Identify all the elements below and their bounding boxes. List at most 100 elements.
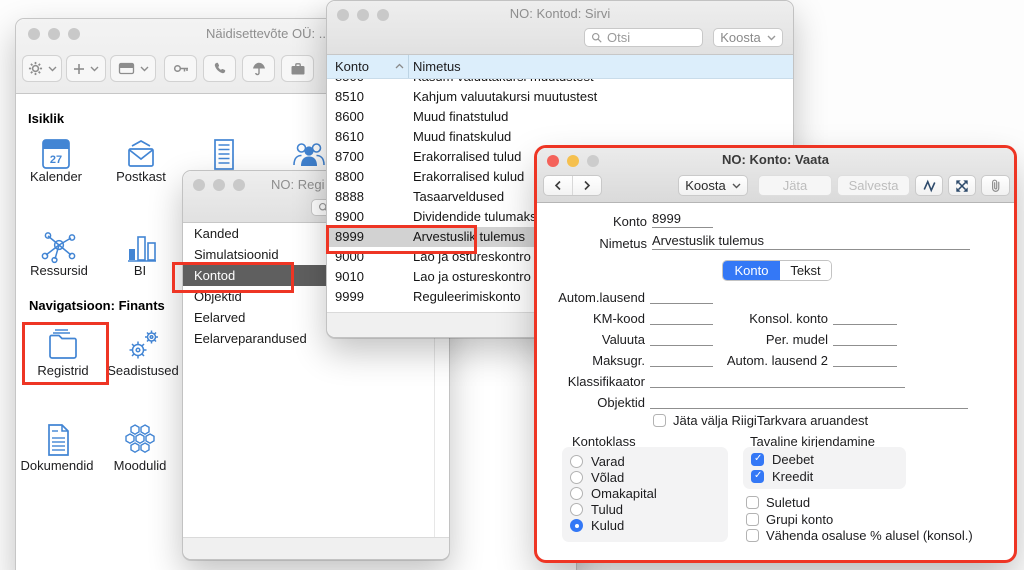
tab-tekst[interactable]: Tekst: [780, 261, 831, 280]
konsol-konto-label: Konsol. konto: [687, 311, 828, 326]
radio-volad[interactable]: [570, 471, 583, 484]
modules-label[interactable]: Moodulid: [100, 458, 180, 473]
documents-icon[interactable]: [37, 423, 77, 458]
close-button[interactable]: [28, 28, 40, 40]
vahenda-osaluse-label[interactable]: Vähenda osaluse % alusel (konsol.): [766, 528, 973, 543]
table-row[interactable]: 8600Muud finatstulud: [327, 107, 792, 127]
calendar-icon[interactable]: 27: [36, 138, 76, 172]
radio-omakapital[interactable]: [570, 487, 583, 500]
documents-label[interactable]: Dokumendid: [17, 458, 97, 473]
per-mudel-input[interactable]: [833, 329, 897, 346]
column-header-nimetus[interactable]: Nimetus: [413, 55, 461, 78]
resources-label[interactable]: Ressursid: [19, 263, 99, 278]
briefcase-button[interactable]: [281, 55, 314, 82]
tab-konto[interactable]: Konto: [723, 261, 780, 280]
suletud-checkbox[interactable]: [746, 496, 759, 509]
sort-ascending-icon: [395, 63, 404, 69]
plus-icon: [73, 63, 85, 75]
registers-icon[interactable]: [43, 327, 83, 363]
exclude-report-checkbox[interactable]: [653, 414, 666, 427]
window-controls[interactable]: [28, 28, 80, 40]
table-row[interactable]: 8510Kahjum valuutakursi muutustest: [327, 87, 792, 107]
activity-button[interactable]: [915, 175, 943, 196]
expand-button[interactable]: [948, 175, 976, 196]
grupi-konto-label[interactable]: Grupi konto: [766, 512, 833, 527]
zoom-button[interactable]: [68, 28, 80, 40]
radio-kulud[interactable]: [570, 519, 583, 532]
minimize-button[interactable]: [213, 179, 225, 191]
radio-varad-label[interactable]: Varad: [591, 454, 625, 469]
koosta-dropdown[interactable]: Koosta: [678, 175, 748, 196]
modules-icon[interactable]: [120, 423, 160, 456]
cell-nimetus: Reguleerimiskonto: [413, 287, 521, 307]
registers-label[interactable]: Registrid: [23, 363, 103, 378]
settings-icon[interactable]: [123, 327, 163, 363]
radio-kulud-label[interactable]: Kulud: [591, 518, 624, 533]
minimize-button[interactable]: [48, 28, 60, 40]
column-divider[interactable]: [408, 55, 409, 78]
radio-volad-label[interactable]: Võlad: [591, 470, 624, 485]
zoom-button[interactable]: [233, 179, 245, 191]
bi-icon[interactable]: [120, 230, 160, 264]
deebet-checkbox[interactable]: [751, 453, 764, 466]
activity-zigzag-icon: [922, 179, 937, 193]
tasks-icon[interactable]: [204, 138, 244, 172]
cell-konto: 8700: [335, 147, 364, 167]
koosta-label: Koosta: [685, 178, 725, 193]
settings-menu-button[interactable]: [22, 55, 62, 82]
previous-record-button[interactable]: [544, 176, 573, 195]
calendar-label[interactable]: Kalender: [16, 169, 96, 184]
resources-icon[interactable]: [39, 230, 79, 264]
cell-nimetus: Tasaarveldused: [413, 187, 504, 207]
phone-button[interactable]: [203, 55, 236, 82]
nimetus-field-label: Nimetus: [557, 236, 647, 251]
deebet-label[interactable]: Deebet: [772, 452, 814, 467]
mailbox-label[interactable]: Postkast: [101, 169, 181, 184]
konto-field-value[interactable]: 8999: [652, 211, 713, 228]
cell-konto: 8500: [335, 79, 364, 86]
mailbox-icon[interactable]: [121, 138, 161, 172]
table-row-partial[interactable]: 8500 Kasum valuutakursi muutustest: [327, 79, 793, 86]
salvesta-button[interactable]: Salvesta: [837, 175, 910, 196]
close-button[interactable]: [193, 179, 205, 191]
konto-field-label: Konto: [557, 214, 647, 229]
window-controls[interactable]: [193, 179, 245, 191]
window-layout-menu-button[interactable]: [110, 55, 156, 82]
radio-omakapital-label[interactable]: Omakapital: [591, 486, 657, 501]
kreedit-checkbox[interactable]: [751, 470, 764, 483]
bi-label[interactable]: BI: [100, 263, 180, 278]
contacts-icon[interactable]: [289, 138, 329, 172]
konsol-konto-input[interactable]: [833, 308, 897, 325]
table-row[interactable]: 8610Muud finatskulud: [327, 127, 792, 147]
cell-konto: 8888: [335, 187, 364, 207]
cell-konto: 8900: [335, 207, 364, 227]
expand-arrows-icon: [955, 179, 969, 193]
grupi-konto-checkbox[interactable]: [746, 513, 759, 526]
attachment-button[interactable]: [981, 175, 1010, 196]
objektid-input[interactable]: [650, 392, 968, 409]
cell-konto: 9999: [335, 287, 364, 307]
search-input[interactable]: Otsi: [584, 28, 703, 47]
umbrella-button[interactable]: [242, 55, 275, 82]
add-menu-button[interactable]: [66, 55, 106, 82]
autom-lausend2-input[interactable]: [833, 350, 897, 367]
next-record-button[interactable]: [573, 176, 601, 195]
chevron-right-icon: [583, 180, 591, 191]
key-button[interactable]: [164, 55, 197, 82]
vahenda-osaluse-checkbox[interactable]: [746, 529, 759, 542]
radio-tulud-label[interactable]: Tulud: [591, 502, 623, 517]
kreedit-label[interactable]: Kreedit: [772, 469, 813, 484]
klassifikaator-label: Klassifikaator: [537, 374, 645, 389]
radio-tulud[interactable]: [570, 503, 583, 516]
autom-lausend-input[interactable]: [650, 287, 713, 304]
radio-varad[interactable]: [570, 455, 583, 468]
column-header-konto[interactable]: Konto: [335, 55, 369, 78]
nimetus-field-value[interactable]: Arvestuslik tulemus: [652, 233, 970, 250]
cell-nimetus: Erakorralised tulud: [413, 147, 521, 167]
klassifikaator-input[interactable]: [650, 371, 905, 388]
kontoklass-group: Varad Võlad Omakapital Tulud Kulud: [562, 447, 728, 542]
settings-label[interactable]: Seadistused: [103, 363, 183, 378]
jata-button[interactable]: Jäta: [758, 175, 832, 196]
suletud-label[interactable]: Suletud: [766, 495, 810, 510]
koosta-dropdown[interactable]: Koosta: [713, 28, 783, 47]
